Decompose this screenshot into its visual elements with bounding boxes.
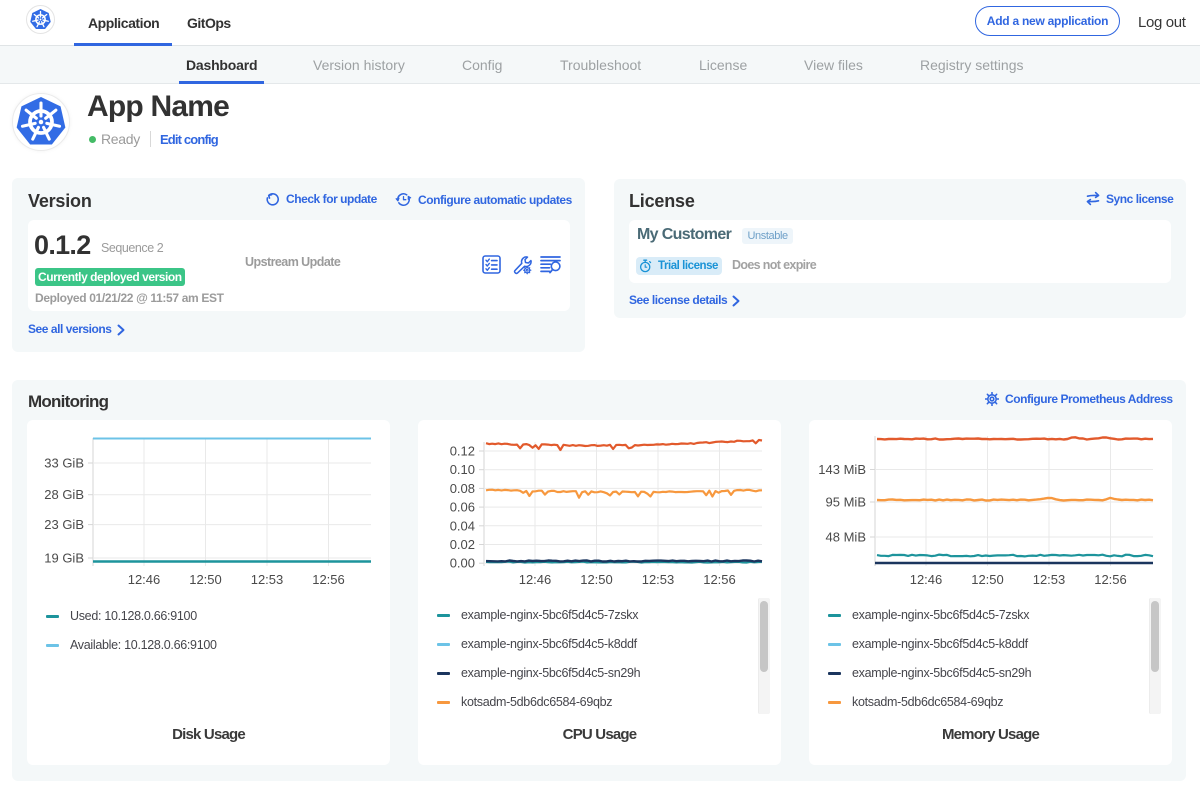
svg-text:12:56: 12:56 bbox=[1094, 572, 1127, 587]
svg-text:19 GiB: 19 GiB bbox=[44, 551, 84, 566]
svg-text:33 GiB: 33 GiB bbox=[44, 456, 84, 471]
svg-text:12:56: 12:56 bbox=[312, 572, 345, 587]
svg-text:0.06: 0.06 bbox=[450, 500, 475, 515]
svg-text:12:50: 12:50 bbox=[189, 572, 222, 587]
svg-text:0.00: 0.00 bbox=[450, 556, 475, 571]
svg-text:95 MiB: 95 MiB bbox=[826, 495, 866, 510]
svg-text:12:46: 12:46 bbox=[910, 572, 943, 587]
svg-text:12:46: 12:46 bbox=[519, 572, 552, 587]
svg-text:0.08: 0.08 bbox=[450, 481, 475, 496]
svg-text:12:53: 12:53 bbox=[251, 572, 284, 587]
svg-text:48 MiB: 48 MiB bbox=[826, 530, 866, 545]
svg-text:0.12: 0.12 bbox=[450, 444, 475, 459]
svg-text:0.10: 0.10 bbox=[450, 462, 475, 477]
svg-text:28 GiB: 28 GiB bbox=[44, 487, 84, 502]
svg-text:0.04: 0.04 bbox=[450, 518, 475, 533]
svg-text:12:53: 12:53 bbox=[642, 572, 675, 587]
svg-text:143 MiB: 143 MiB bbox=[818, 462, 866, 477]
svg-text:0.02: 0.02 bbox=[450, 537, 475, 552]
svg-text:12:56: 12:56 bbox=[703, 572, 736, 587]
svg-text:12:46: 12:46 bbox=[128, 572, 161, 587]
svg-text:23 GiB: 23 GiB bbox=[44, 517, 84, 532]
svg-text:12:53: 12:53 bbox=[1033, 572, 1066, 587]
svg-text:12:50: 12:50 bbox=[580, 572, 613, 587]
svg-text:12:50: 12:50 bbox=[971, 572, 1004, 587]
